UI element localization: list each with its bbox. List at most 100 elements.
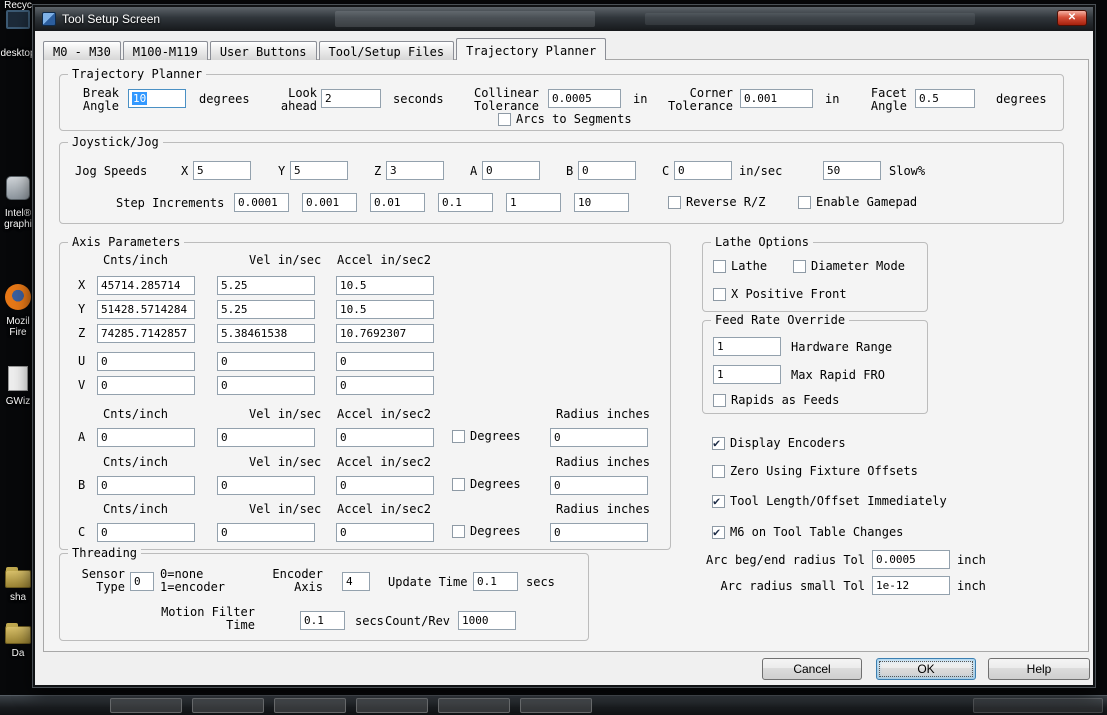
jog-speed-c-input[interactable] <box>674 161 732 180</box>
sensor-type-input[interactable] <box>130 572 154 591</box>
facet-angle-input[interactable] <box>915 89 975 108</box>
axis-v-vel-input[interactable] <box>217 376 315 395</box>
axis-b-vel-input[interactable] <box>217 476 315 495</box>
update-time-input[interactable] <box>473 572 518 591</box>
axis-y-accel-input[interactable] <box>336 300 434 319</box>
collinear-tolerance-input[interactable] <box>548 89 621 108</box>
axis-z-vel-input[interactable] <box>217 324 315 343</box>
axis-a-degrees-checkbox[interactable]: Degrees <box>452 429 521 443</box>
group-title: Axis Parameters <box>68 235 184 249</box>
axis-a-accel-input[interactable] <box>336 428 434 447</box>
axis-a-cnts-input[interactable] <box>97 428 195 447</box>
checkbox-box <box>712 437 725 450</box>
checkbox-label: Diameter Mode <box>811 259 905 273</box>
arc-radius-small-tol-input[interactable] <box>872 576 950 595</box>
axis-z-cnts-input[interactable] <box>97 324 195 343</box>
tool-length-offset-immediately-checkbox[interactable]: Tool Length/Offset Immediately <box>712 494 947 508</box>
step-increment-4-input[interactable] <box>438 193 493 212</box>
m6-on-tool-table-changes-checkbox[interactable]: M6 on Tool Table Changes <box>712 525 903 539</box>
break-angle-input[interactable]: 10 <box>128 89 186 108</box>
tab-m0-m30[interactable]: M0 - M30 <box>43 41 121 60</box>
count-rev-input[interactable] <box>458 611 516 630</box>
window-titlebar[interactable]: Tool Setup Screen ✕ <box>35 7 1093 31</box>
hardware-range-input[interactable] <box>713 337 781 356</box>
accel-header: Accel in/sec2 <box>337 456 431 469</box>
axis-b-radius-input[interactable] <box>550 476 648 495</box>
axis-c-accel-input[interactable] <box>336 523 434 542</box>
taskbar-window-button[interactable] <box>110 698 182 713</box>
ok-button[interactable]: OK <box>876 658 976 680</box>
slow-percent-input[interactable] <box>823 161 881 180</box>
axis-y-cnts-input[interactable] <box>97 300 195 319</box>
taskbar-window-button[interactable] <box>356 698 428 713</box>
axis-z-accel-input[interactable] <box>336 324 434 343</box>
axis-x-cnts-input[interactable] <box>97 276 195 295</box>
accel-header: Accel in/sec2 <box>337 503 431 516</box>
tab-user-buttons[interactable]: User Buttons <box>210 41 317 60</box>
axis-y-vel-input[interactable] <box>217 300 315 319</box>
lathe-checkbox[interactable]: Lathe <box>713 259 767 273</box>
axis-b-cnts-input[interactable] <box>97 476 195 495</box>
step-increment-3-input[interactable] <box>370 193 425 212</box>
zero-using-fixture-offsets-checkbox[interactable]: Zero Using Fixture Offsets <box>712 464 918 478</box>
break-angle-label: Break Angle <box>75 87 119 113</box>
axis-x-vel-input[interactable] <box>217 276 315 295</box>
taskbar-window-button[interactable] <box>438 698 510 713</box>
feed-rate-override-group: Feed Rate Override Hardware Range Max Ra… <box>702 320 928 414</box>
step-increment-5-input[interactable] <box>506 193 561 212</box>
jog-speed-z-input[interactable] <box>386 161 444 180</box>
tab-m100-m119[interactable]: M100-M119 <box>123 41 208 60</box>
axis-a-radius-input[interactable] <box>550 428 648 447</box>
max-rapid-fro-input[interactable] <box>713 365 781 384</box>
axis-c-radius-input[interactable] <box>550 523 648 542</box>
jog-speed-a-input[interactable] <box>482 161 540 180</box>
arcs-to-segments-checkbox[interactable]: Arcs to Segments <box>498 112 632 126</box>
axis-a-vel-input[interactable] <box>217 428 315 447</box>
axis-u-cnts-input[interactable] <box>97 352 195 371</box>
step-increment-2-input[interactable] <box>302 193 357 212</box>
look-ahead-label: Look ahead <box>273 87 317 113</box>
motion-filter-time-input[interactable] <box>300 611 345 630</box>
checkbox-box <box>712 526 725 539</box>
taskbar-window-button[interactable] <box>192 698 264 713</box>
tab-trajectory-planner[interactable]: Trajectory Planner <box>456 38 606 60</box>
jog-speed-x-input[interactable] <box>193 161 251 180</box>
rapids-as-feeds-checkbox[interactable]: Rapids as Feeds <box>713 393 839 407</box>
jog-speed-y-input[interactable] <box>290 161 348 180</box>
help-button[interactable]: Help <box>988 658 1090 680</box>
enable-gamepad-checkbox[interactable]: Enable Gamepad <box>798 195 917 209</box>
axis-c-cnts-input[interactable] <box>97 523 195 542</box>
axis-c-vel-input[interactable] <box>217 523 315 542</box>
axis-b-degrees-checkbox[interactable]: Degrees <box>452 477 521 491</box>
facet-angle-label: Facet Angle <box>863 87 907 113</box>
close-button[interactable]: ✕ <box>1057 10 1087 26</box>
system-tray[interactable] <box>973 698 1103 713</box>
axis-b-accel-input[interactable] <box>336 476 434 495</box>
jog-speed-b-input[interactable] <box>578 161 636 180</box>
axis-u-vel-input[interactable] <box>217 352 315 371</box>
encoder-axis-input[interactable] <box>342 572 370 591</box>
taskbar-window-button[interactable] <box>274 698 346 713</box>
cnts-header: Cnts/inch <box>103 456 168 469</box>
display-encoders-checkbox[interactable]: Display Encoders <box>712 436 846 450</box>
corner-tolerance-input[interactable] <box>740 89 813 108</box>
arc-beg-end-radius-tol-input[interactable] <box>872 550 950 569</box>
axis-u-accel-input[interactable] <box>336 352 434 371</box>
x-positive-front-checkbox[interactable]: X Positive Front <box>713 287 847 301</box>
axis-x-accel-input[interactable] <box>336 276 434 295</box>
checkbox-box <box>713 288 726 301</box>
tab-tool-setup-files[interactable]: Tool/Setup Files <box>319 41 455 60</box>
axis-v-cnts-input[interactable] <box>97 376 195 395</box>
taskbar-window-button[interactable] <box>520 698 592 713</box>
diameter-mode-checkbox[interactable]: Diameter Mode <box>793 259 905 273</box>
group-title: Threading <box>68 546 141 560</box>
reverse-rz-checkbox[interactable]: Reverse R/Z <box>668 195 765 209</box>
look-ahead-input[interactable] <box>321 89 381 108</box>
checkbox-label: Rapids as Feeds <box>731 393 839 407</box>
axis-v-accel-input[interactable] <box>336 376 434 395</box>
step-increment-6-input[interactable] <box>574 193 629 212</box>
step-increment-1-input[interactable] <box>234 193 289 212</box>
axis-c-degrees-checkbox[interactable]: Degrees <box>452 524 521 538</box>
cancel-button[interactable]: Cancel <box>762 658 862 680</box>
jog-axis-label: A <box>470 165 477 178</box>
